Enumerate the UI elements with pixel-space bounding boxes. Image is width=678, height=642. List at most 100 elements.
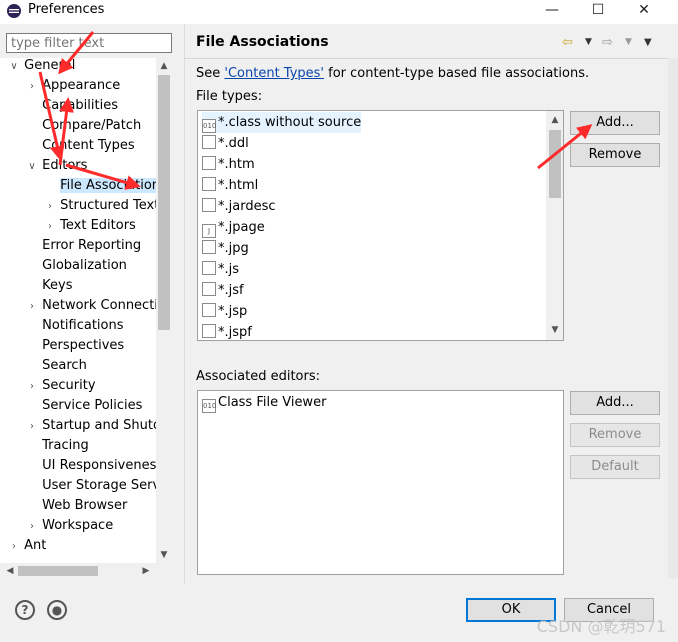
list-item[interactable]: 010 *.class without source	[202, 112, 362, 133]
scroll-up-arrow-icon[interactable]: ▲	[156, 61, 172, 71]
file-types-scroll-down-icon[interactable]: ▼	[547, 325, 563, 335]
tree-item[interactable]: Keys	[26, 276, 72, 296]
chevron-down-icon[interactable]: ∨	[8, 58, 20, 77]
tree-item-label: Startup and Shutdown	[42, 418, 156, 433]
tree-item-label: File Associations	[60, 178, 156, 193]
default-editor-button[interactable]: Default	[570, 455, 660, 479]
list-item[interactable]: J *.jpage	[202, 217, 265, 238]
list-item[interactable]: *.ddl	[202, 133, 249, 154]
js-file-icon	[202, 261, 216, 275]
help-icon[interactable]: ?	[15, 600, 35, 620]
back-menu-chevron-icon[interactable]: ▼	[585, 37, 592, 47]
list-item[interactable]: *.jardesc	[202, 196, 276, 217]
jpage-file-icon: J	[202, 224, 216, 238]
view-menu-icon[interactable]: ▼	[644, 37, 652, 48]
file-types-label: File types:	[196, 89, 263, 104]
chevron-right-icon[interactable]: ›	[44, 197, 56, 217]
tree-item-label: Keys	[42, 278, 73, 293]
tree-item[interactable]: Tracing	[26, 436, 89, 456]
tree-item-label: Network Connections	[42, 298, 156, 313]
list-item[interactable]: *.jspf	[202, 322, 252, 340]
scroll-down-arrow-icon[interactable]: ▼	[156, 550, 172, 560]
tree-item[interactable]: User Storage Service	[26, 476, 156, 496]
tree-item[interactable]: Capabilities	[26, 96, 118, 116]
jardesc-file-icon	[202, 198, 216, 212]
chevron-right-icon[interactable]: ›	[26, 517, 38, 537]
content-types-link[interactable]: 'Content Types'	[224, 66, 324, 81]
list-item[interactable]: *.html	[202, 175, 258, 196]
tree-item-label: Ant	[24, 538, 47, 553]
remove-file-type-button[interactable]: Remove	[570, 143, 660, 167]
tree-item[interactable]: Search	[26, 356, 87, 376]
close-button[interactable]: ✕	[622, 0, 666, 22]
tree-item-label: General	[24, 58, 76, 73]
import-export-icon[interactable]: ●	[47, 600, 67, 620]
file-types-rows: 010 *.class without source *.ddl *.htm *.htm…	[198, 111, 546, 340]
tree-item-label: Structured Text Editors	[60, 198, 156, 213]
tree-item[interactable]: › Appearance	[26, 76, 120, 96]
maximize-button[interactable]: ☐	[576, 0, 620, 22]
list-item-label: *.html	[218, 178, 259, 193]
tree-item[interactable]: › Network Connections	[26, 296, 156, 316]
chevron-right-icon[interactable]: ›	[26, 417, 38, 437]
tree-item[interactable]: Globalization	[26, 256, 127, 276]
tree-item[interactable]: Web Browser	[26, 496, 127, 516]
tree-item[interactable]: Content Types	[26, 136, 135, 156]
remove-editor-button[interactable]: Remove	[570, 423, 660, 447]
chevron-right-icon[interactable]: ›	[26, 377, 38, 397]
tree-item[interactable]: Error Reporting	[26, 236, 141, 256]
list-item[interactable]: *.jpg	[202, 238, 249, 259]
tree-item-label: Web Browser	[42, 498, 128, 513]
minimize-button[interactable]: —	[530, 0, 574, 22]
chevron-right-icon[interactable]: ›	[26, 77, 38, 97]
tree-item[interactable]: › Structured Text Editors	[44, 196, 156, 216]
tree-item[interactable]: › Text Editors	[44, 216, 136, 236]
tree-item[interactable]: Perspectives	[26, 336, 124, 356]
tree-scroll-thumb[interactable]	[158, 75, 170, 330]
tree-item[interactable]: Compare/Patch	[26, 116, 141, 136]
tree-item-label: Perspectives	[42, 338, 125, 353]
tree-item[interactable]: Notifications	[26, 316, 124, 336]
tree-item-label: Content Types	[42, 138, 135, 153]
back-arrow-icon[interactable]: ⇦	[562, 35, 573, 50]
tree-item-label: Appearance	[42, 78, 121, 93]
jsf-file-icon	[202, 282, 216, 296]
list-item[interactable]: *.jsf	[202, 280, 244, 301]
tree-item[interactable]: › Workspace	[26, 516, 113, 536]
list-item[interactable]: *.js	[202, 259, 239, 280]
list-item-label: *.ddl	[218, 136, 249, 151]
filter-input[interactable]	[6, 33, 172, 53]
window-title: Preferences	[28, 2, 105, 17]
list-item-label: *.js	[218, 262, 240, 277]
tree-item-label: Notifications	[42, 318, 124, 333]
list-item[interactable]: *.htm	[202, 154, 255, 175]
add-editor-button[interactable]: Add...	[570, 391, 660, 415]
ddl-file-icon	[202, 135, 216, 149]
tree-item[interactable]: › Ant	[8, 536, 46, 556]
html-file-icon	[202, 156, 216, 170]
chevron-right-icon[interactable]: ›	[26, 297, 38, 317]
tree-item[interactable]: Service Policies	[26, 396, 142, 416]
tree-item[interactable]: › Security	[26, 376, 96, 396]
scroll-right-arrow-icon[interactable]: ▶	[138, 566, 154, 576]
scroll-left-arrow-icon[interactable]: ◀	[2, 566, 18, 576]
list-item-label: *.htm	[218, 157, 255, 172]
tree-item[interactable]: UI Responsiveness Monitoring	[26, 456, 156, 476]
tree-item[interactable]: ∨ General	[8, 58, 75, 76]
file-types-scroll-up-icon[interactable]: ▲	[547, 115, 563, 125]
file-types-scroll-thumb[interactable]	[549, 130, 561, 198]
page-title: File Associations	[196, 34, 329, 50]
tree-item-label: Capabilities	[42, 98, 118, 113]
chevron-right-icon[interactable]: ›	[44, 217, 56, 237]
tree-item[interactable]: › Startup and Shutdown	[26, 416, 156, 436]
list-item[interactable]: 010 Class File Viewer	[202, 392, 326, 413]
tree-item[interactable]: ∨ Editors	[26, 156, 87, 176]
forward-arrow-icon: ⇨	[602, 35, 613, 50]
tree-item[interactable]: File Associations	[44, 176, 156, 196]
list-item[interactable]: *.jsp	[202, 301, 247, 322]
tree-item-label: UI Responsiveness Monitoring	[42, 458, 156, 473]
chevron-down-icon[interactable]: ∨	[26, 157, 38, 177]
add-file-type-button[interactable]: Add...	[570, 111, 660, 135]
chevron-right-icon[interactable]: ›	[8, 537, 20, 557]
tree-hscroll-thumb[interactable]	[18, 566, 98, 576]
